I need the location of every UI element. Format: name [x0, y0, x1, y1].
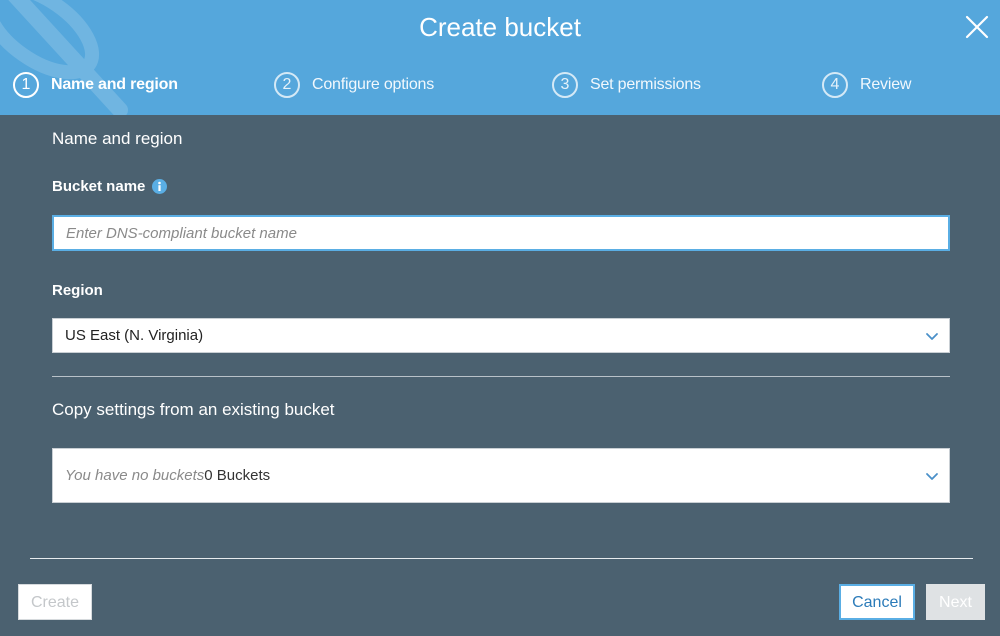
section-title: Name and region	[52, 129, 183, 148]
copy-settings-placeholder: You have no buckets	[65, 467, 205, 484]
region-label: Region	[52, 282, 103, 299]
bucket-count: 0 Buckets	[204, 467, 271, 484]
info-icon[interactable]	[152, 179, 168, 194]
dialog-header: Create bucket 1 Name and region 2 Config…	[0, 0, 1000, 115]
step-label: Name and region	[51, 76, 178, 93]
region-selected-value: US East (N. Virginia)	[65, 327, 204, 344]
copy-settings-title: Copy settings from an existing bucket	[52, 400, 335, 419]
dialog-title: Create bucket	[419, 12, 581, 42]
close-icon	[965, 15, 989, 39]
step-configure-options[interactable]: 2 Configure options	[274, 70, 434, 100]
step-label: Configure options	[312, 76, 435, 93]
step-number: 4	[822, 72, 848, 98]
bucket-name-label: Bucket name	[52, 178, 168, 195]
step-label: Review	[860, 76, 912, 93]
cancel-button[interactable]: Cancel	[839, 584, 915, 620]
bucket-name-input[interactable]	[52, 215, 950, 251]
wizard-steps: 1 Name and region 2 Configure options 3 …	[0, 70, 1000, 102]
copy-settings-select[interactable]: You have no buckets 0 Buckets	[52, 448, 950, 503]
step-number: 2	[274, 72, 300, 98]
step-number: 1	[13, 72, 39, 98]
create-button[interactable]: Create	[18, 584, 92, 620]
bucket-name-label-text: Bucket name	[52, 178, 146, 195]
section-divider	[52, 376, 950, 377]
region-select[interactable]: US East (N. Virginia)	[52, 318, 950, 353]
step-review[interactable]: 4 Review	[822, 70, 911, 100]
step-set-permissions[interactable]: 3 Set permissions	[552, 70, 701, 100]
chevron-down-icon	[926, 472, 938, 480]
step-number: 3	[552, 72, 578, 98]
step-name-and-region[interactable]: 1 Name and region	[13, 70, 178, 100]
footer-divider	[30, 558, 973, 559]
close-button[interactable]	[962, 12, 992, 42]
chevron-down-icon	[926, 332, 938, 340]
next-button[interactable]: Next	[926, 584, 985, 620]
step-label: Set permissions	[590, 76, 701, 93]
